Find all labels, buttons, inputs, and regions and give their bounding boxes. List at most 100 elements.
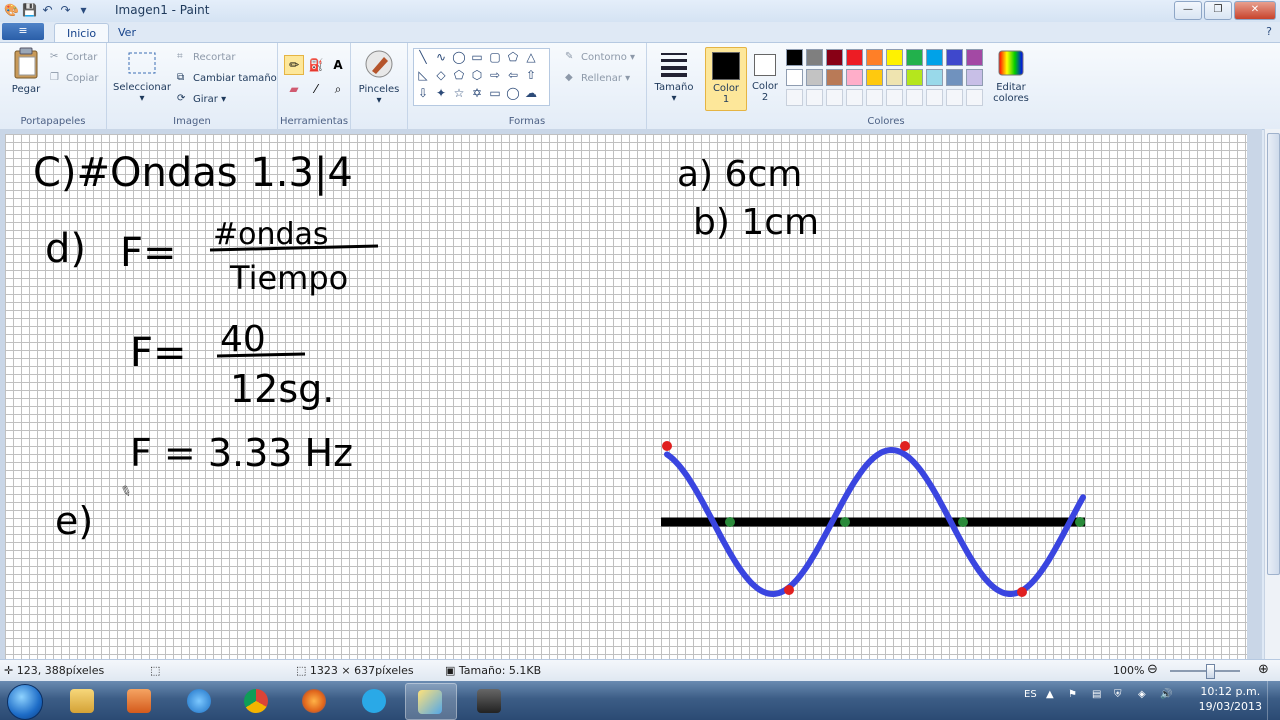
volume-icon[interactable]: 🔊 bbox=[1160, 689, 1172, 700]
pentagon-shape-icon[interactable]: ⬠ bbox=[450, 67, 468, 84]
brushes-button[interactable]: Pinceles ▾ bbox=[355, 49, 403, 106]
taskbar-chrome[interactable] bbox=[232, 683, 282, 718]
palette-swatch[interactable] bbox=[826, 69, 843, 86]
palette-swatch[interactable] bbox=[966, 69, 983, 86]
palette-swatch[interactable] bbox=[846, 49, 863, 66]
close-button[interactable]: ✕ bbox=[1234, 1, 1276, 20]
scrollbar-thumb[interactable] bbox=[1267, 133, 1280, 575]
palette-swatch[interactable] bbox=[946, 49, 963, 66]
callout-rect-shape-icon[interactable]: ▭ bbox=[486, 85, 504, 102]
zoom-slider[interactable] bbox=[1170, 670, 1240, 672]
dropbox-icon[interactable]: ◈ bbox=[1138, 689, 1146, 700]
curve-shape-icon[interactable]: ∿ bbox=[432, 49, 450, 66]
file-menu-button[interactable]: ≡ bbox=[2, 23, 44, 40]
custom-color-slot[interactable] bbox=[786, 89, 803, 106]
callout-cloud-shape-icon[interactable]: ☁ bbox=[522, 85, 540, 102]
size-button[interactable]: Tamaño ▾ bbox=[650, 51, 698, 104]
system-clock[interactable]: 10:12 p.m. 19/03/2013 bbox=[1199, 684, 1262, 714]
polygon-shape-icon[interactable]: ⬠ bbox=[504, 49, 522, 66]
palette-swatch[interactable] bbox=[786, 49, 803, 66]
arrow-up-shape-icon[interactable]: ⇧ bbox=[522, 67, 540, 84]
custom-color-slot[interactable] bbox=[826, 89, 843, 106]
maximize-button[interactable]: ❐ bbox=[1204, 1, 1232, 20]
star6-shape-icon[interactable]: ✡ bbox=[468, 85, 486, 102]
palette-swatch[interactable] bbox=[946, 69, 963, 86]
flag-icon[interactable]: ⚑ bbox=[1068, 689, 1077, 700]
tray-arrow-icon[interactable]: ▲ bbox=[1046, 689, 1054, 700]
zoom-out-button[interactable]: ⊖ bbox=[1147, 662, 1158, 677]
color-picker-icon[interactable]: ⁄ bbox=[306, 79, 326, 99]
arrow-right-shape-icon[interactable]: ⇨ bbox=[486, 67, 504, 84]
taskbar-explorer[interactable] bbox=[58, 683, 108, 718]
palette-swatch[interactable] bbox=[886, 69, 903, 86]
palette-swatch[interactable] bbox=[866, 49, 883, 66]
minimize-button[interactable]: — bbox=[1174, 1, 1202, 20]
taskbar-skype[interactable] bbox=[350, 683, 400, 718]
palette-swatch[interactable] bbox=[806, 69, 823, 86]
vertical-scrollbar[interactable] bbox=[1264, 129, 1280, 659]
shapes-gallery[interactable]: ╲ ∿ ◯ ▭ ▢ ⬠ △ ◺ ◇ ⬠ ⬡ ⇨ ⇦ ⇧ ⇩ ✦ ☆ ✡ ▭ ◯ … bbox=[413, 48, 550, 106]
tab-ver[interactable]: Ver bbox=[106, 23, 148, 42]
paste-button[interactable]: Pegar bbox=[6, 47, 46, 95]
diamond-shape-icon[interactable]: ◇ bbox=[432, 67, 450, 84]
line-shape-icon[interactable]: ╲ bbox=[414, 49, 432, 66]
rounded-rect-shape-icon[interactable]: ▢ bbox=[486, 49, 504, 66]
custom-color-slot[interactable] bbox=[906, 89, 923, 106]
pencil-tool-icon[interactable]: ✏ bbox=[284, 55, 304, 75]
edit-colors-button[interactable]: Editar colores bbox=[990, 49, 1032, 104]
taskbar-paint[interactable] bbox=[405, 683, 457, 720]
rectangle-shape-icon[interactable]: ▭ bbox=[468, 49, 486, 66]
resize-button[interactable]: ⧉ Cambiar tamaño bbox=[177, 72, 277, 84]
callout-oval-shape-icon[interactable]: ◯ bbox=[504, 85, 522, 102]
taskbar-firefox[interactable] bbox=[290, 683, 340, 718]
palette-swatch[interactable] bbox=[886, 49, 903, 66]
palette-swatch[interactable] bbox=[806, 49, 823, 66]
taskbar-recorder[interactable] bbox=[465, 683, 515, 718]
cut-button[interactable]: ✂ Cortar bbox=[50, 51, 97, 63]
tab-inicio[interactable]: Inicio bbox=[54, 23, 110, 43]
palette-swatch[interactable] bbox=[846, 69, 863, 86]
palette-swatch[interactable] bbox=[926, 69, 943, 86]
rotate-button[interactable]: ⟳ Girar ▾ bbox=[177, 93, 226, 105]
custom-color-slot[interactable] bbox=[866, 89, 883, 106]
custom-color-slot[interactable] bbox=[846, 89, 863, 106]
crop-button[interactable]: ⌗ Recortar bbox=[177, 51, 236, 63]
select-button[interactable]: Seleccionar ▾ bbox=[113, 51, 171, 104]
palette-swatch[interactable] bbox=[926, 49, 943, 66]
zoom-in-button[interactable]: ⊕ bbox=[1258, 662, 1269, 677]
fill-tool-icon[interactable]: ⛽ bbox=[306, 55, 326, 75]
star5-shape-icon[interactable]: ☆ bbox=[450, 85, 468, 102]
language-indicator[interactable]: ES bbox=[1024, 689, 1037, 700]
custom-color-slot[interactable] bbox=[886, 89, 903, 106]
palette-swatch[interactable] bbox=[786, 69, 803, 86]
palette-swatch[interactable] bbox=[906, 69, 923, 86]
right-triangle-shape-icon[interactable]: ◺ bbox=[414, 67, 432, 84]
custom-color-slot[interactable] bbox=[966, 89, 983, 106]
arrow-left-shape-icon[interactable]: ⇦ bbox=[504, 67, 522, 84]
fill-button[interactable]: ◆ Rellenar ▾ bbox=[565, 72, 630, 84]
show-desktop-button[interactable] bbox=[1267, 681, 1280, 720]
zoom-slider-thumb[interactable] bbox=[1206, 664, 1215, 679]
start-button[interactable] bbox=[7, 684, 43, 720]
custom-color-slot[interactable] bbox=[926, 89, 943, 106]
palette-swatch[interactable] bbox=[966, 49, 983, 66]
triangle-shape-icon[interactable]: △ bbox=[522, 49, 540, 66]
taskbar-media-player[interactable] bbox=[115, 683, 165, 718]
drawing-canvas[interactable]: C)#Ondas 1.3|4 a) 6cm b) 1cm d) F= #onda… bbox=[5, 134, 1247, 659]
palette-swatch[interactable] bbox=[906, 49, 923, 66]
palette-swatch[interactable] bbox=[826, 49, 843, 66]
outline-button[interactable]: ✎ Contorno ▾ bbox=[565, 51, 635, 63]
star4-shape-icon[interactable]: ✦ bbox=[432, 85, 450, 102]
color1-button[interactable]: Color 1 bbox=[705, 47, 747, 111]
security-icon[interactable]: ⛨ bbox=[1114, 689, 1122, 700]
color2-button[interactable]: Color 2 bbox=[747, 47, 783, 103]
taskbar-internet-explorer[interactable] bbox=[175, 683, 225, 718]
eraser-tool-icon[interactable]: ▰ bbox=[284, 79, 304, 99]
custom-color-slot[interactable] bbox=[806, 89, 823, 106]
copy-button[interactable]: ❐ Copiar bbox=[50, 72, 98, 84]
magnifier-icon[interactable]: ⌕ bbox=[328, 79, 348, 99]
hexagon-shape-icon[interactable]: ⬡ bbox=[468, 67, 486, 84]
text-tool-icon[interactable]: A bbox=[328, 55, 348, 75]
network-icon[interactable]: ▤ bbox=[1092, 689, 1101, 700]
help-icon[interactable]: ? bbox=[1266, 25, 1272, 38]
